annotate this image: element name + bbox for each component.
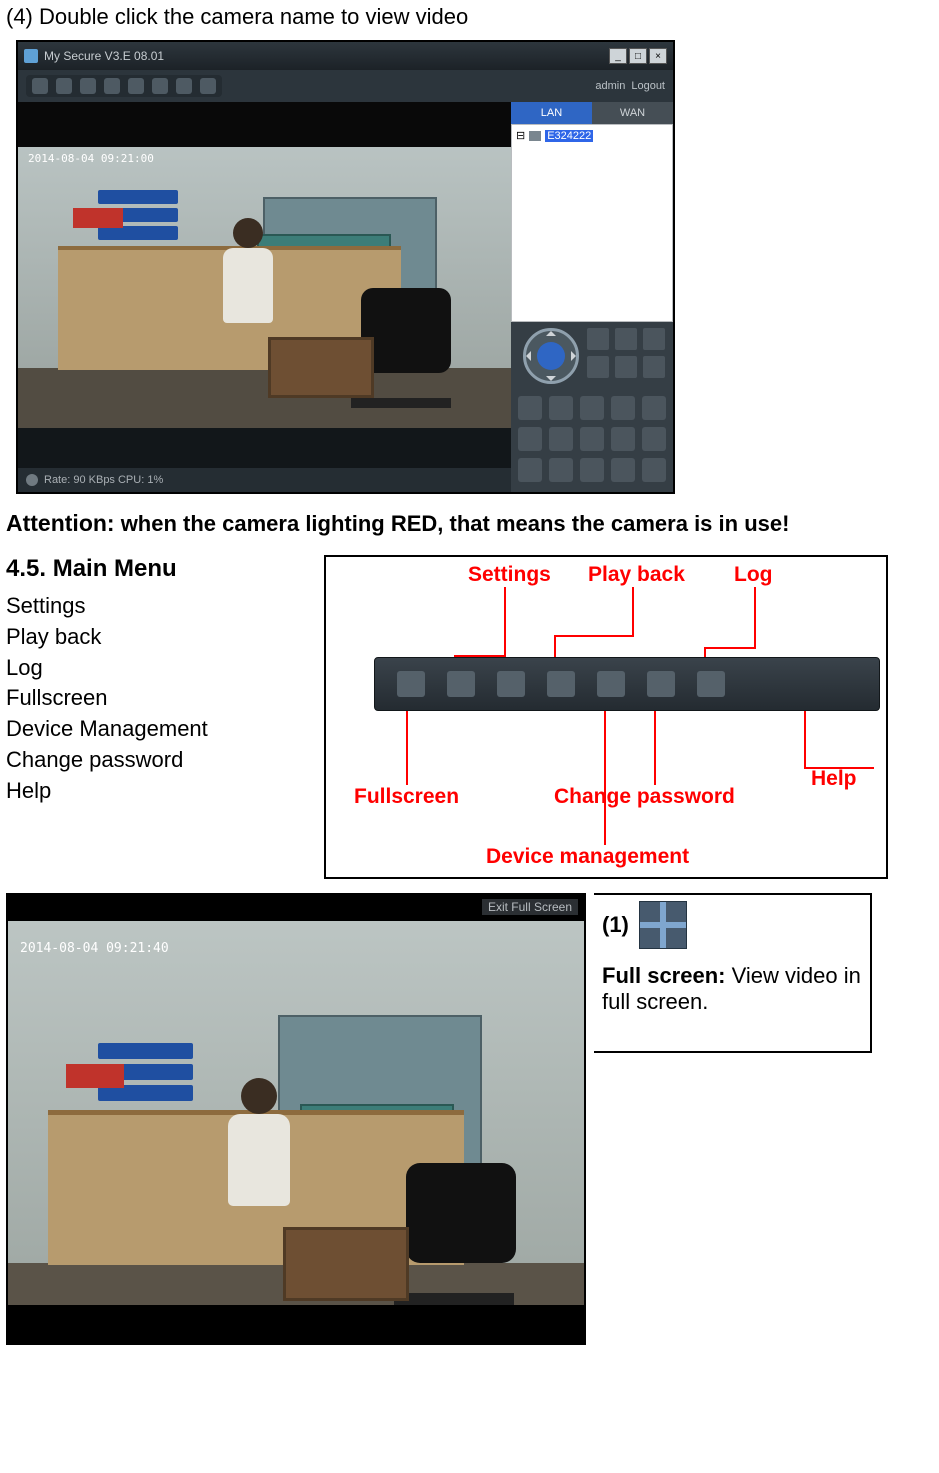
callout-fullscreen: Fullscreen [354, 785, 459, 809]
tab-lan[interactable]: LAN [511, 102, 592, 124]
fullscreen-description-cell: (1) Full screen: View video in full scre… [594, 893, 872, 1053]
ptz-pad[interactable] [523, 328, 579, 384]
ptz-flip-down-icon[interactable] [587, 356, 609, 378]
motion-icon[interactable] [611, 458, 635, 482]
menu-item-change-password: Change password [6, 745, 306, 776]
callout-log: Log [734, 563, 772, 587]
status-text: Rate: 90 KBps CPU: 1% [44, 474, 163, 486]
more-icon[interactable] [642, 458, 666, 482]
attention-line: Attention: when the camera lighting RED,… [6, 510, 933, 537]
ptz-flip-up-icon[interactable] [587, 328, 609, 350]
frequency-icon[interactable] [642, 427, 666, 451]
control-grid [511, 390, 673, 492]
side-panel: LAN WAN ⊟ E324222 [511, 102, 673, 492]
camera-icon [529, 131, 541, 141]
account-user: admin [595, 80, 625, 92]
main-toolbar: admin Logout [18, 70, 673, 102]
snapshot-icon[interactable] [518, 396, 542, 420]
menu-item-settings: Settings [6, 591, 306, 622]
tb2-fullscreen-icon [397, 671, 425, 697]
section-title: 4.5. Main Menu [6, 555, 306, 583]
toolbar-fullscreen-icon[interactable] [32, 78, 48, 94]
app-title: My Secure V3.E 08.01 [44, 49, 609, 63]
figure-toolbar-callouts: Settings Play back Log Fullscreen Change… [324, 555, 888, 879]
device-tree[interactable]: ⊟ E324222 [511, 124, 673, 322]
alarm-icon[interactable] [580, 458, 604, 482]
minimize-button[interactable]: _ [609, 48, 627, 64]
default-icon[interactable] [611, 427, 635, 451]
menu-item-fullscreen: Fullscreen [6, 683, 306, 714]
tb2-settings-icon [447, 671, 475, 697]
zoom-in-icon[interactable] [615, 328, 637, 350]
fullscreen-icon [639, 901, 687, 949]
menu-item-playback: Play back [6, 622, 306, 653]
callout-device-mgmt: Device management [486, 845, 689, 869]
menu-item-log: Log [6, 653, 306, 684]
logout-link[interactable]: Logout [631, 80, 665, 92]
close-button[interactable]: × [649, 48, 667, 64]
toolbar-log-icon[interactable] [104, 78, 120, 94]
status-bar: Rate: 90 KBps CPU: 1% [18, 468, 511, 492]
callout-playback: Play back [588, 563, 685, 587]
brightness-up-icon[interactable] [643, 328, 665, 350]
callout-settings: Settings [468, 563, 551, 587]
menu-item-device-management: Device Management [6, 714, 306, 745]
fullscreen-label: Full screen: [602, 963, 725, 988]
mirror-icon[interactable] [518, 427, 542, 451]
refresh-icon[interactable] [580, 427, 604, 451]
maximize-button[interactable]: □ [629, 48, 647, 64]
tree-expander[interactable]: ⊟ [516, 129, 525, 142]
record-icon[interactable] [549, 396, 573, 420]
exit-fullscreen-button[interactable]: Exit Full Screen [482, 899, 578, 915]
attention-text: when the camera lighting RED, that means… [115, 511, 790, 536]
office-scene [18, 102, 511, 428]
app-icon [24, 49, 38, 63]
ptz-panel [511, 322, 673, 390]
flip-icon[interactable] [549, 427, 573, 451]
callout-change-password: Change password [554, 785, 735, 809]
mic-icon[interactable] [611, 396, 635, 420]
resolution-icon[interactable] [518, 458, 542, 482]
tab-wan[interactable]: WAN [592, 102, 673, 124]
toolbar-help-icon[interactable] [176, 78, 192, 94]
toolbar-password-icon[interactable] [152, 78, 168, 94]
video-timestamp: 2014-08-04 09:21:00 [28, 152, 154, 165]
title-bar: My Secure V3.E 08.01 _ □ × [18, 42, 673, 70]
tb2-password-icon [597, 671, 625, 697]
info-icon [26, 474, 38, 486]
step-4-text: (4) Double click the camera name to view… [6, 4, 933, 30]
zoom-out-icon[interactable] [615, 356, 637, 378]
figure-app-screenshot: My Secure V3.E 08.01 _ □ × admin Lo [16, 40, 675, 494]
attention-label: Attention: [6, 510, 115, 536]
quality-icon[interactable] [642, 396, 666, 420]
video-area[interactable]: E324222 2014-08-04 09:21:00 [18, 102, 511, 492]
toolbar-alert-icon[interactable] [200, 78, 216, 94]
device-name[interactable]: E324222 [545, 130, 593, 142]
fullscreen-index: (1) [602, 912, 629, 938]
callout-help: Help [811, 767, 857, 791]
wifi-icon[interactable] [549, 458, 573, 482]
tb2-device-icon [547, 671, 575, 697]
toolbar-settings-icon[interactable] [56, 78, 72, 94]
audio-icon[interactable] [580, 396, 604, 420]
toolbar-playback-icon[interactable] [80, 78, 96, 94]
fullscreen-timestamp: 2014-08-04 09:21:40 [20, 941, 169, 956]
menu-item-help: Help [6, 776, 306, 807]
tb2-playback-icon [497, 671, 525, 697]
figure-fullscreen-video: Exit Full Screen 2014-08-04 09:21:40 [6, 893, 586, 1345]
toolbar-device-icon[interactable] [128, 78, 144, 94]
brightness-down-icon[interactable] [643, 356, 665, 378]
tb2-log-icon [647, 671, 675, 697]
tb2-help-icon [697, 671, 725, 697]
